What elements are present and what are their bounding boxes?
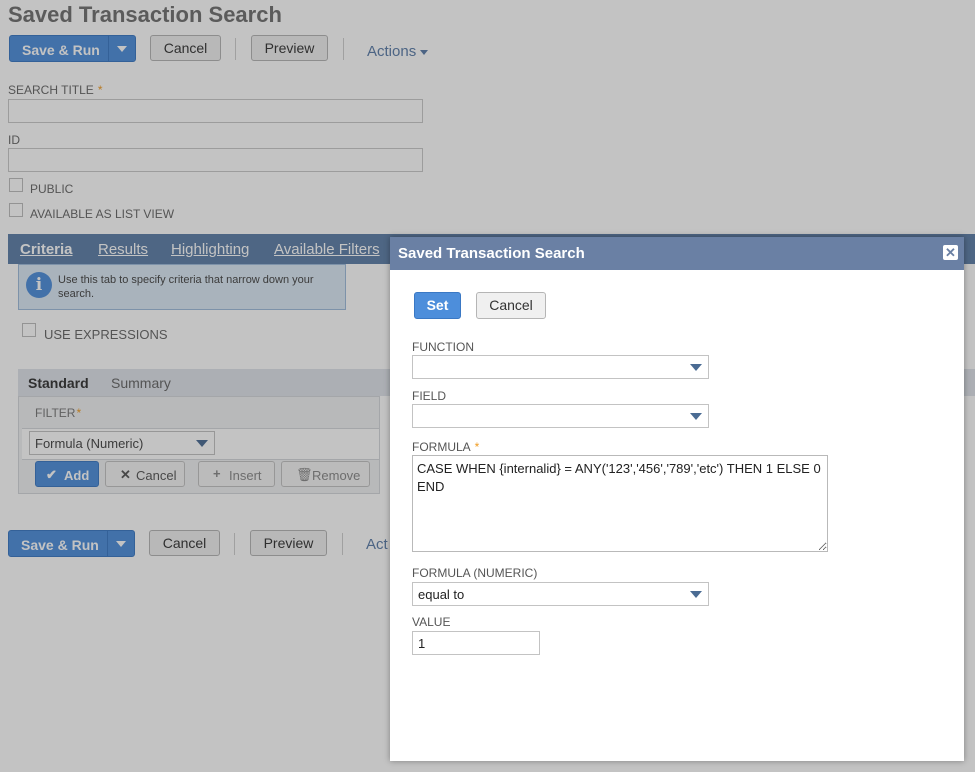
formula-textarea[interactable] bbox=[412, 455, 828, 552]
close-icon[interactable]: ✕ bbox=[943, 245, 958, 260]
function-label: FUNCTION bbox=[412, 340, 474, 354]
field-select[interactable] bbox=[412, 404, 709, 428]
chevron-down-icon bbox=[690, 364, 702, 371]
chevron-down-icon bbox=[690, 413, 702, 420]
formula-numeric-label: FORMULA (NUMERIC) bbox=[412, 566, 538, 580]
chevron-down-icon bbox=[690, 591, 702, 598]
operator-select[interactable]: equal to bbox=[412, 582, 709, 606]
formula-label: FORMULA * bbox=[412, 440, 480, 454]
field-label: FIELD bbox=[412, 389, 447, 403]
dialog-title: Saved Transaction Search bbox=[398, 245, 585, 262]
formula-dialog: Saved Transaction Search ✕ Set Cancel FU… bbox=[390, 237, 964, 761]
set-button[interactable]: Set bbox=[414, 292, 461, 319]
value-label: VALUE bbox=[412, 615, 451, 629]
dialog-cancel-button[interactable]: Cancel bbox=[476, 292, 546, 319]
dialog-header: Saved Transaction Search ✕ bbox=[390, 237, 964, 270]
value-input[interactable]: 1 bbox=[412, 631, 540, 655]
value-input-text: 1 bbox=[418, 636, 426, 651]
function-select[interactable] bbox=[412, 355, 709, 379]
operator-select-value: equal to bbox=[418, 587, 465, 602]
